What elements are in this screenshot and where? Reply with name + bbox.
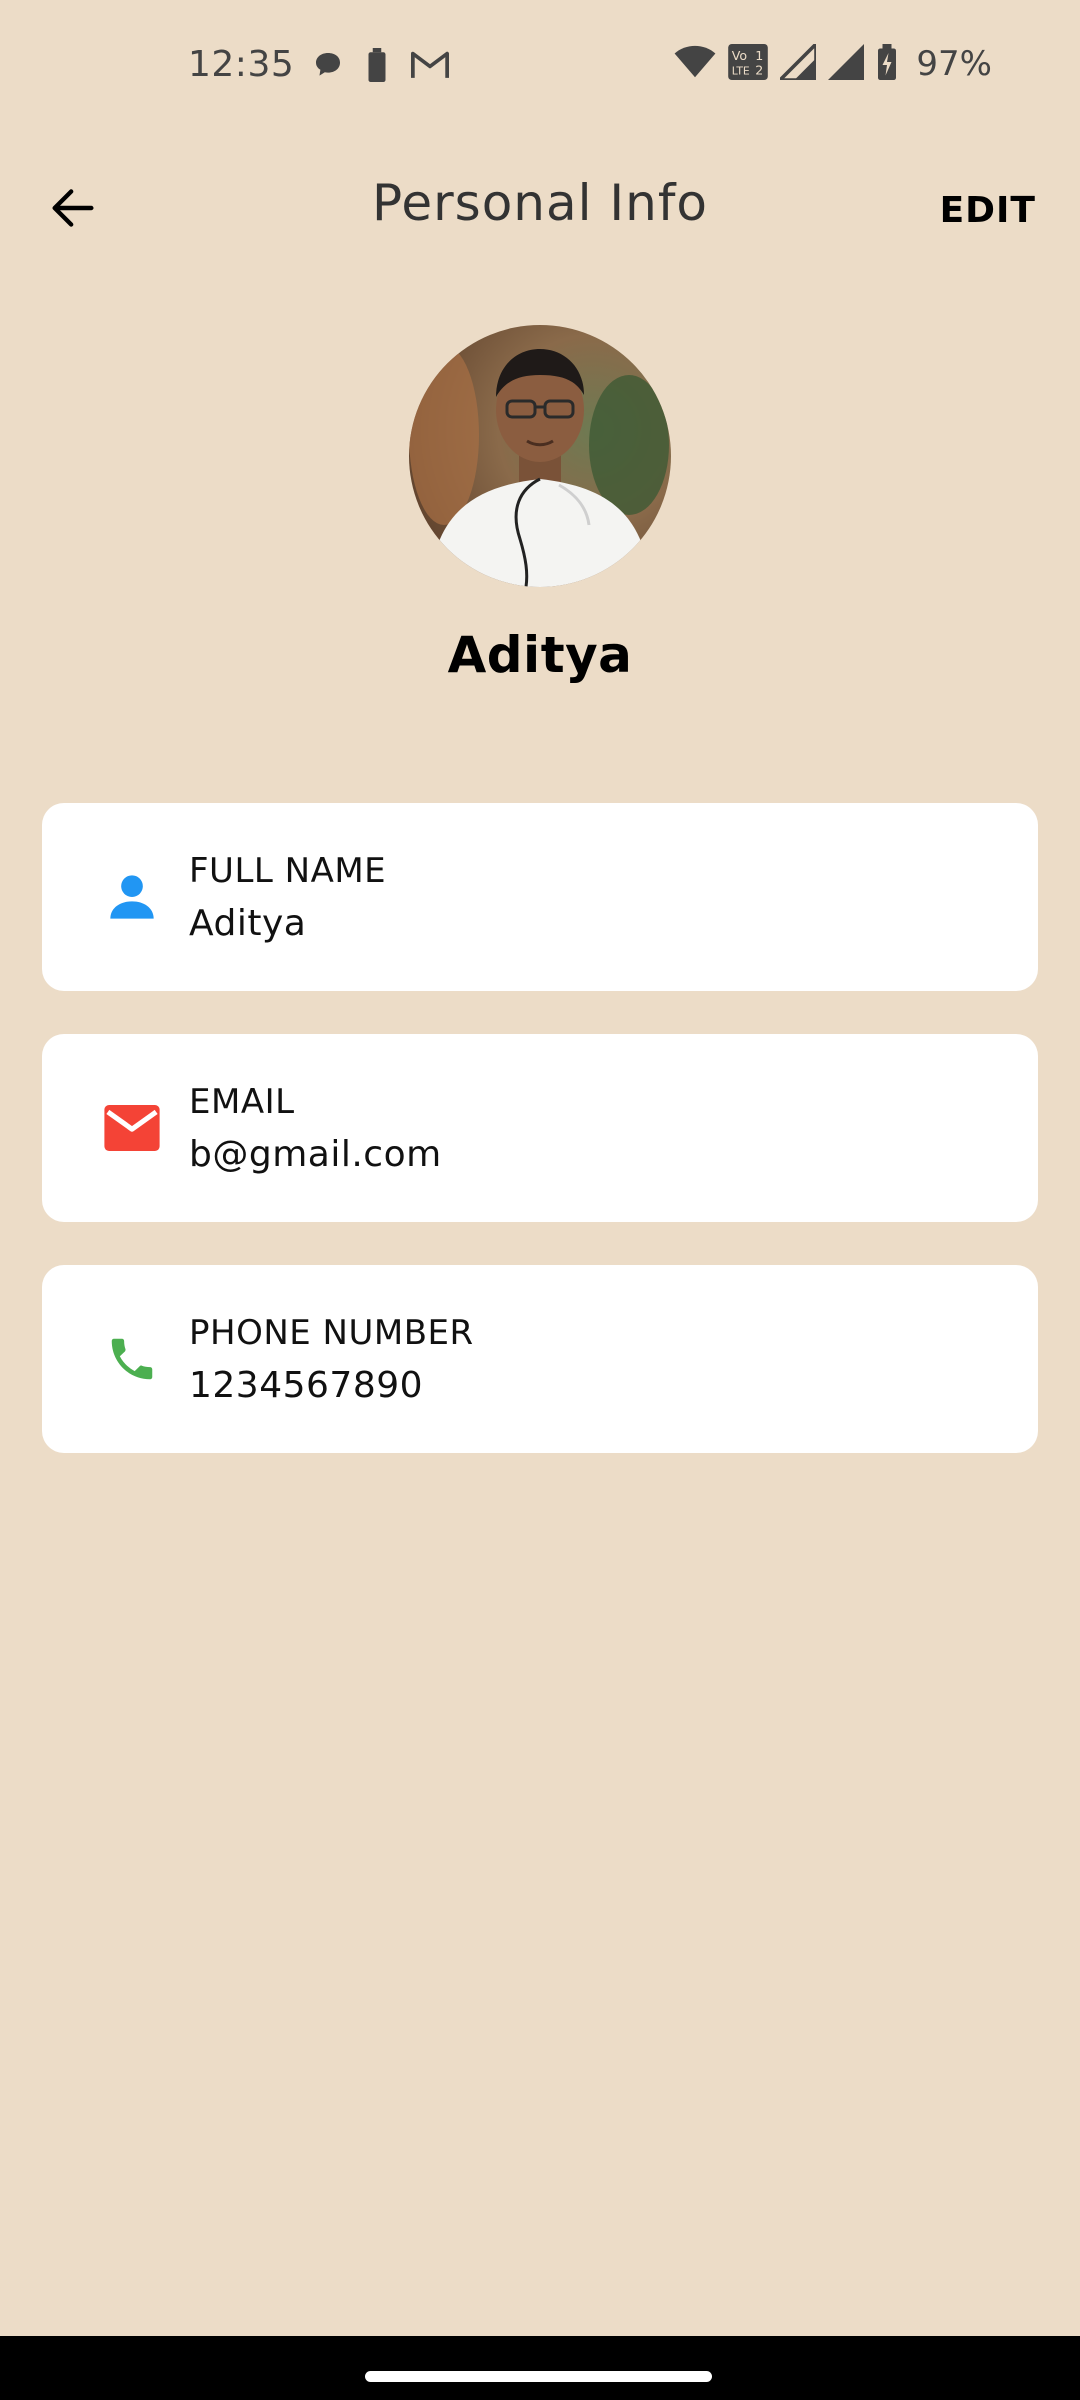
card-label: FULL NAME	[189, 851, 387, 891]
chat-bubble-icon	[312, 49, 344, 85]
phone-card[interactable]: PHONE NUMBER 1234567890	[42, 1265, 1038, 1453]
svg-text:2: 2	[756, 63, 764, 78]
battery-percent: 97%	[916, 44, 992, 84]
avatar	[409, 325, 671, 587]
svg-text:LTE: LTE	[732, 65, 750, 78]
volte-icon: Vo LTE 1 2	[728, 44, 769, 84]
email-icon	[82, 1078, 182, 1178]
home-gesture-handle[interactable]	[365, 2371, 712, 2382]
status-time: 12:35	[188, 44, 295, 85]
notification-icons	[312, 48, 450, 86]
profile-photo	[409, 325, 671, 587]
battery-charging-icon	[876, 44, 898, 84]
status-bar: 12:35 Vo LTE 1 2 97%	[0, 0, 1080, 134]
app-bar: Personal Info EDIT	[0, 150, 1080, 270]
signal-icon	[776, 39, 819, 84]
card-value: Aditya	[189, 903, 307, 944]
email-card[interactable]: EMAIL b@gmail.com	[42, 1034, 1038, 1222]
profile-name: Aditya	[447, 626, 633, 684]
card-label: EMAIL	[189, 1082, 295, 1122]
person-icon	[82, 847, 182, 947]
card-label: PHONE NUMBER	[189, 1313, 474, 1353]
edit-button[interactable]: EDIT	[940, 190, 1036, 231]
system-icons: Vo LTE 1 2 97%	[674, 39, 992, 84]
battery-saver-icon	[366, 48, 388, 86]
page-title: Personal Info	[371, 174, 709, 232]
phone-icon	[82, 1309, 182, 1409]
full-name-card[interactable]: FULL NAME Aditya	[42, 803, 1038, 991]
navigation-bar	[0, 2336, 1080, 2400]
signal-icon	[828, 44, 865, 84]
card-value: 1234567890	[189, 1365, 424, 1406]
wifi-icon	[674, 45, 716, 83]
card-value: b@gmail.com	[189, 1134, 442, 1175]
svg-text:Vo: Vo	[732, 48, 748, 63]
svg-text:1: 1	[756, 48, 764, 63]
gmail-icon	[410, 50, 450, 84]
